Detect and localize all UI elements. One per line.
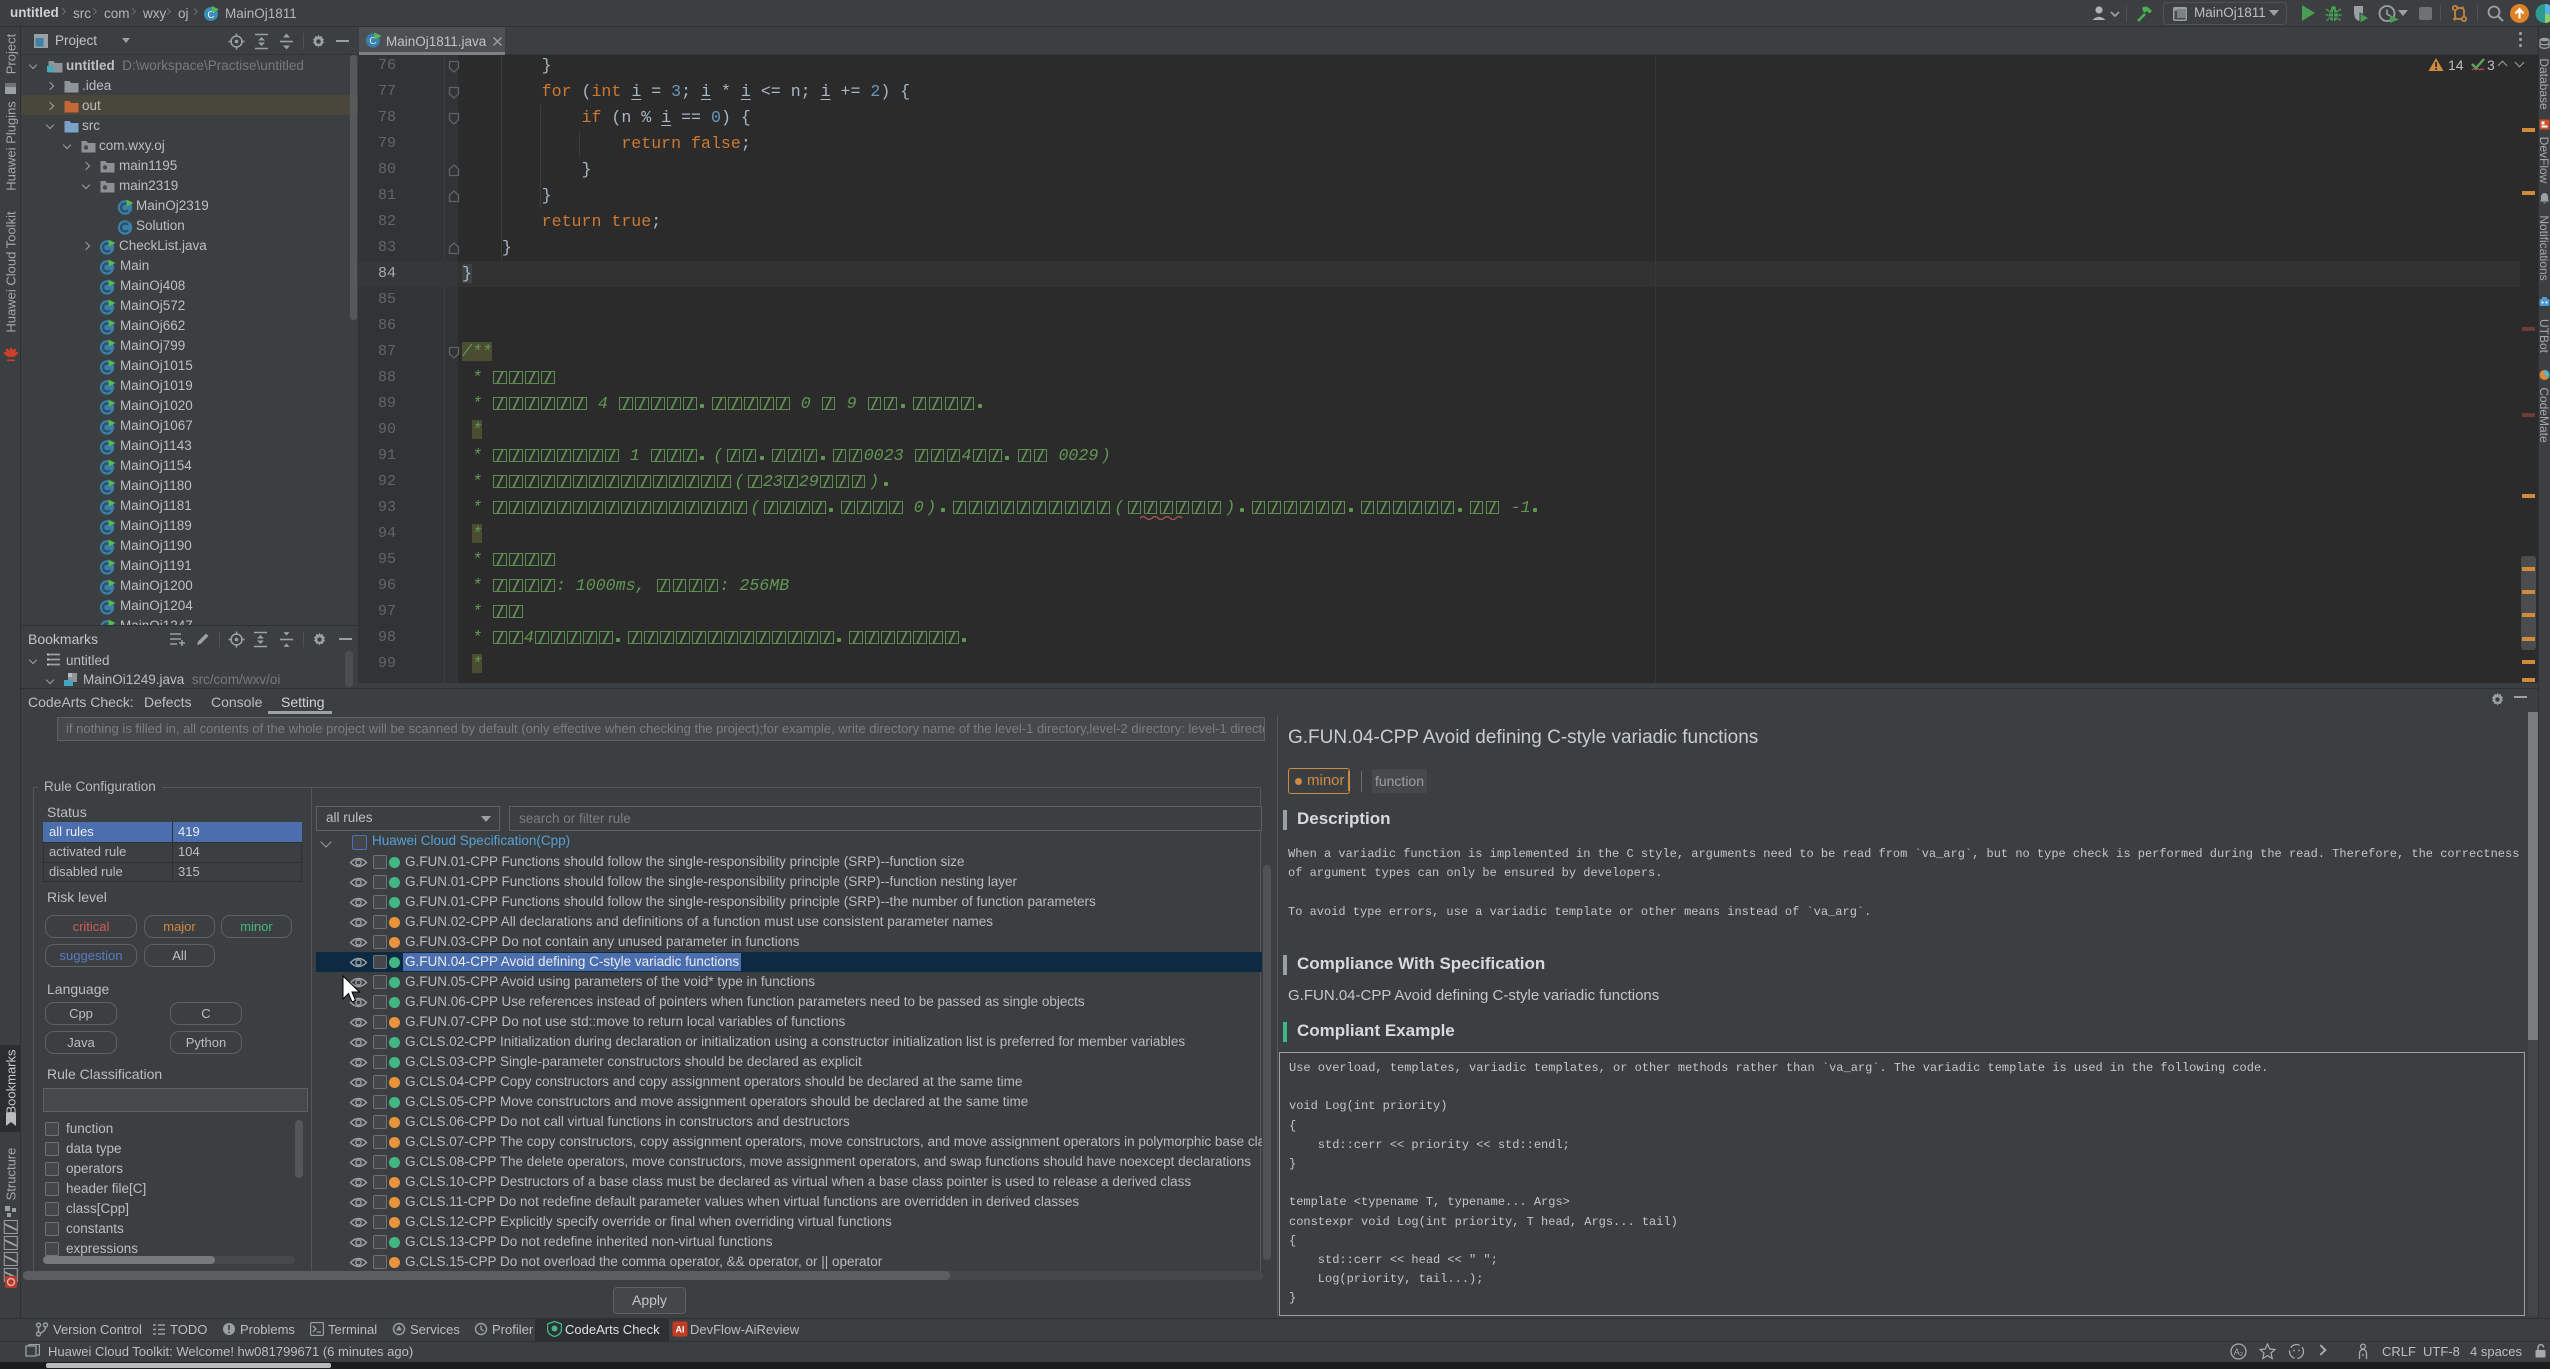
svg-text:AI: AI: [676, 1325, 685, 1335]
svg-text:A₂: A₂: [2234, 1347, 2244, 1357]
